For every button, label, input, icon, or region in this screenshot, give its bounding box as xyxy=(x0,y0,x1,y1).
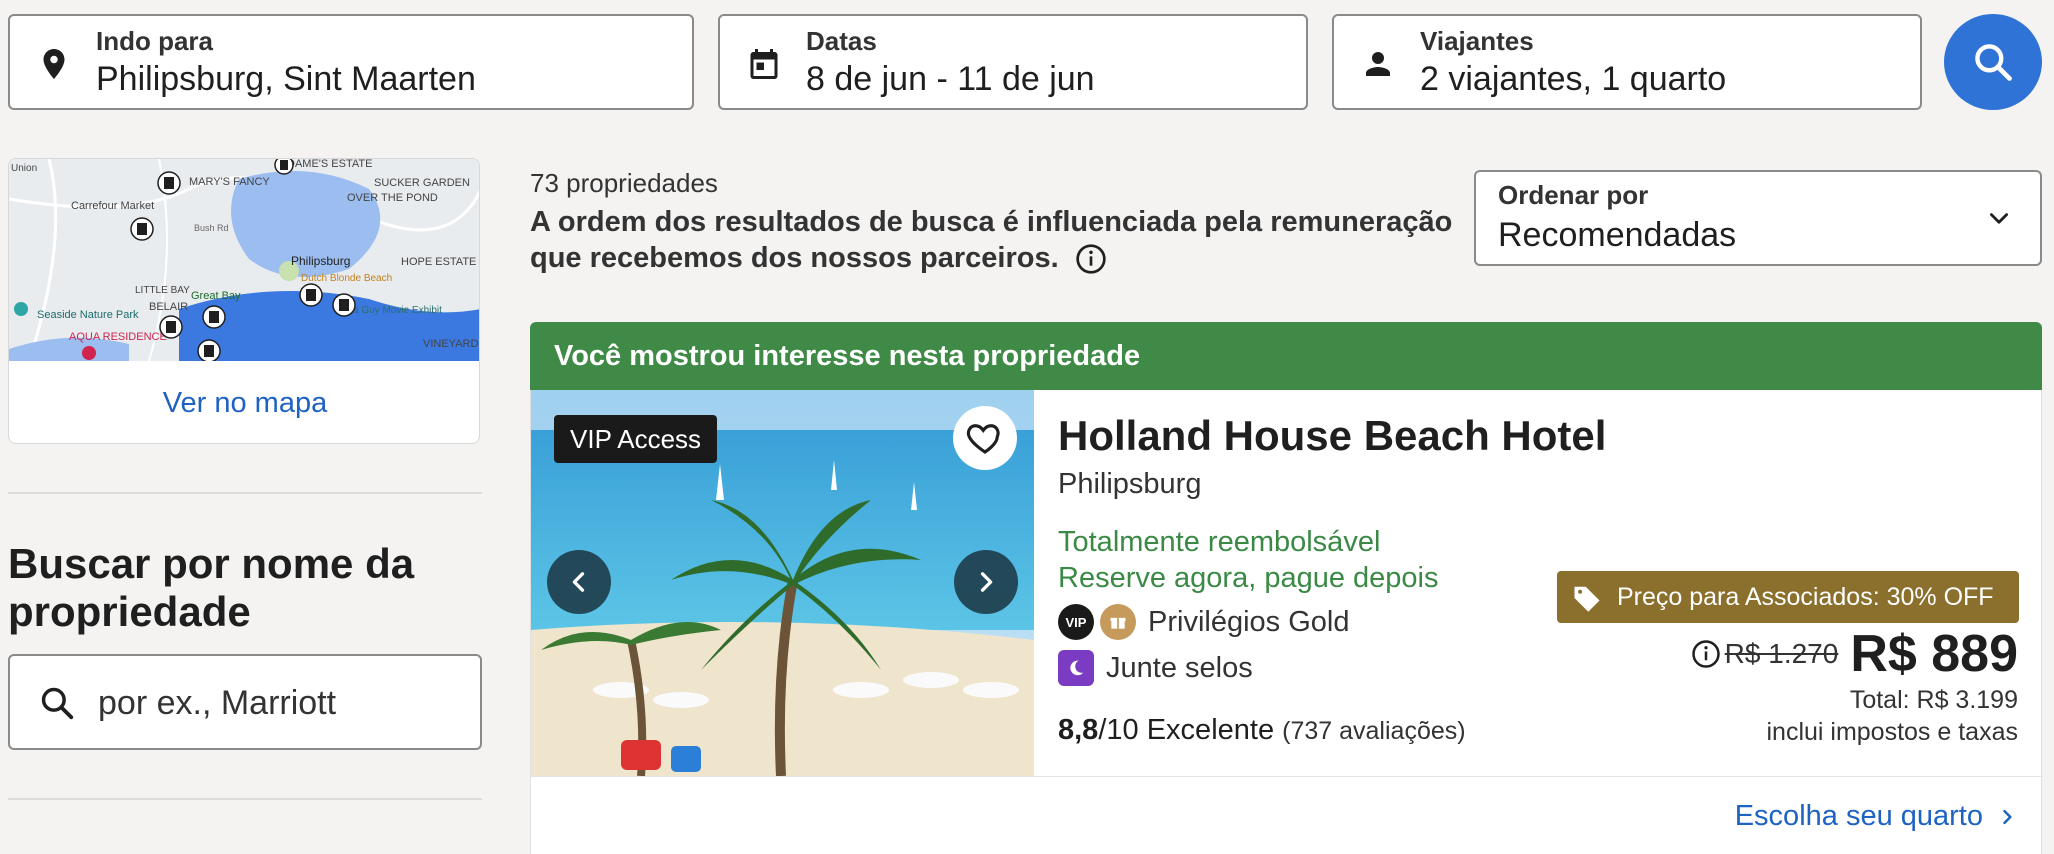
choose-room-label: Escolha seu quarto xyxy=(1734,800,1983,832)
chevron-right-icon xyxy=(980,572,993,592)
map-preview[interactable]: MARY'S FANCY DAME'S ESTATE SUCKER GARDEN… xyxy=(9,159,480,361)
price-row: R$ 1.270 R$ 889 xyxy=(1691,624,2018,684)
travelers-field[interactable]: Viajantes 2 viajantes, 1 quarto xyxy=(1332,14,1922,110)
residence-marker-icon xyxy=(82,346,96,360)
ranking-disclaimer: A ordem dos resultados de busca é influe… xyxy=(530,204,1470,276)
hotel-name[interactable]: Holland House Beach Hotel xyxy=(1058,412,1606,460)
map-label-great-bay: Great Bay xyxy=(191,290,241,302)
dates-value: 8 de jun - 11 de jun xyxy=(806,60,1095,98)
destination-value: Philipsburg, Sint Maarten xyxy=(96,60,476,98)
rating-scale: /10 xyxy=(1098,714,1139,746)
gold-perk: VIP Privilégios Gold xyxy=(1058,604,1349,640)
member-price-badge: Preço para Associados: 30% OFF xyxy=(1557,571,2019,623)
info-icon[interactable] xyxy=(1075,243,1107,275)
hotel-photo[interactable]: VIP Access xyxy=(531,390,1034,776)
sort-dropdown[interactable]: Ordenar por Recomendadas xyxy=(1474,170,2042,266)
member-price-text: Preço para Associados: 30% OFF xyxy=(1617,583,1994,611)
map-label-philipsburg: Philipsburg xyxy=(291,254,350,268)
current-price: R$ 889 xyxy=(1850,625,2018,683)
vip-access-badge: VIP Access xyxy=(554,415,718,463)
map-label-dutch-blonde: Dutch Blonde Beach xyxy=(301,273,392,284)
chevron-down-icon xyxy=(1990,213,2008,224)
vip-icon: VIP xyxy=(1058,604,1094,640)
card-divider xyxy=(531,776,2043,777)
hotel-marker-icon[interactable] xyxy=(159,315,183,339)
sort-label: Ordenar por xyxy=(1498,180,1649,210)
hotel-card[interactable]: VIP Access Holland House Beach Hotel Phi… xyxy=(530,390,2043,854)
map-card[interactable]: MARY'S FANCY DAME'S ESTATE SUCKER GARDEN… xyxy=(8,158,480,444)
hotel-marker-icon[interactable] xyxy=(130,217,154,241)
total-price: Total: R$ 3.199 xyxy=(1849,686,2018,714)
refundable-text: Totalmente reembolsável xyxy=(1058,526,1381,558)
property-name-search-input[interactable]: por ex., Marriott xyxy=(8,654,482,750)
original-price: R$ 1.270 xyxy=(1724,638,1839,669)
calendar-icon xyxy=(750,49,778,79)
price-tag-icon xyxy=(1574,586,1600,612)
dates-label: Datas xyxy=(806,26,877,56)
hotel-marker-icon[interactable] xyxy=(299,283,323,307)
hotel-marker-icon[interactable] xyxy=(332,293,356,317)
search-icon xyxy=(1975,44,2012,81)
stamps-perk: Junte selos xyxy=(1058,650,1253,686)
map-label-little-bay: LITTLE BAY xyxy=(135,285,190,296)
next-photo-button[interactable] xyxy=(954,550,1018,614)
map-label-belair: BELAIR xyxy=(149,301,188,313)
park-marker-icon xyxy=(14,302,28,316)
dates-field[interactable]: Datas 8 de jun - 11 de jun xyxy=(718,14,1308,110)
pay-later-text: Reserve agora, pague depois xyxy=(1058,562,1439,594)
map-label-carrefour: Carrefour Market xyxy=(71,200,154,212)
hotel-marker-icon[interactable] xyxy=(197,339,221,361)
property-name-filter-title: Buscar por nome da propriedade xyxy=(8,540,415,635)
rating-word: Excelente xyxy=(1146,714,1275,746)
chevron-left-icon xyxy=(572,572,585,592)
map-label-hope-estate: HOPE ESTATE xyxy=(401,256,476,268)
gift-icon xyxy=(1100,604,1136,640)
chevron-right-icon xyxy=(2003,809,2012,824)
search-icon xyxy=(41,687,74,720)
destination-field[interactable]: Indo para Philipsburg, Sint Maarten xyxy=(8,14,694,110)
hotel-marker-icon[interactable] xyxy=(157,171,181,195)
travelers-value: 2 viajantes, 1 quarto xyxy=(1420,60,1727,98)
gold-perk-label: Privilégios Gold xyxy=(1148,605,1350,638)
choose-room-link[interactable]: Escolha seu quarto xyxy=(1735,800,2017,833)
divider xyxy=(8,798,482,800)
property-search-placeholder: por ex., Marriott xyxy=(98,684,337,722)
hotel-marker-icon[interactable] xyxy=(274,159,294,175)
info-icon[interactable] xyxy=(1691,639,1721,669)
rating-count: (737 avaliações) xyxy=(1282,717,1466,745)
map-label-aqua: AQUA RESIDENCE xyxy=(69,331,167,343)
moon-stamp-icon xyxy=(1058,650,1094,686)
map-label-sucker-garden: SUCKER GARDEN xyxy=(374,177,470,189)
results-count: 73 propriedades xyxy=(530,168,718,198)
map-label-vineyard: VINEYARD xyxy=(423,338,478,350)
hotel-marker-icon[interactable] xyxy=(202,305,226,329)
search-button[interactable] xyxy=(1944,14,2042,110)
travelers-label: Viajantes xyxy=(1420,26,1534,56)
stamps-perk-label: Junte selos xyxy=(1106,651,1253,684)
sort-value: Recomendadas xyxy=(1498,216,1737,254)
map-label-movie: a Guy Movie Exhibit xyxy=(353,305,442,316)
divider xyxy=(8,492,482,494)
interest-banner: Você mostrou interesse nesta propriedade xyxy=(530,322,2042,390)
map-label-bush-rd: Bush Rd xyxy=(194,223,229,233)
ranking-disclaimer-text: A ordem dos resultados de busca é influe… xyxy=(530,206,1453,274)
taxes-note: inclui impostos e taxas xyxy=(1766,718,2018,746)
map-label-dames-estate: DAME'S ESTATE xyxy=(287,159,372,170)
view-on-map-link[interactable]: Ver no mapa xyxy=(9,361,479,443)
map-label-seaside: Seaside Nature Park xyxy=(37,309,139,321)
map-label-marys-fancy: MARY'S FANCY xyxy=(189,176,270,188)
previous-photo-button[interactable] xyxy=(547,550,611,614)
hotel-location: Philipsburg xyxy=(1058,468,1202,500)
map-label-union: Union xyxy=(11,163,37,174)
rating-score: 8,8 xyxy=(1058,714,1099,746)
map-label-over-the-pond: OVER THE POND xyxy=(347,192,438,204)
destination-label: Indo para xyxy=(96,26,214,56)
heart-icon xyxy=(966,424,1000,454)
favorite-button[interactable] xyxy=(953,406,1017,470)
rating: 8,8/10 Excelente (737 avaliações) xyxy=(1058,714,1466,747)
person-icon xyxy=(1366,52,1390,76)
location-pin-icon xyxy=(43,49,65,79)
